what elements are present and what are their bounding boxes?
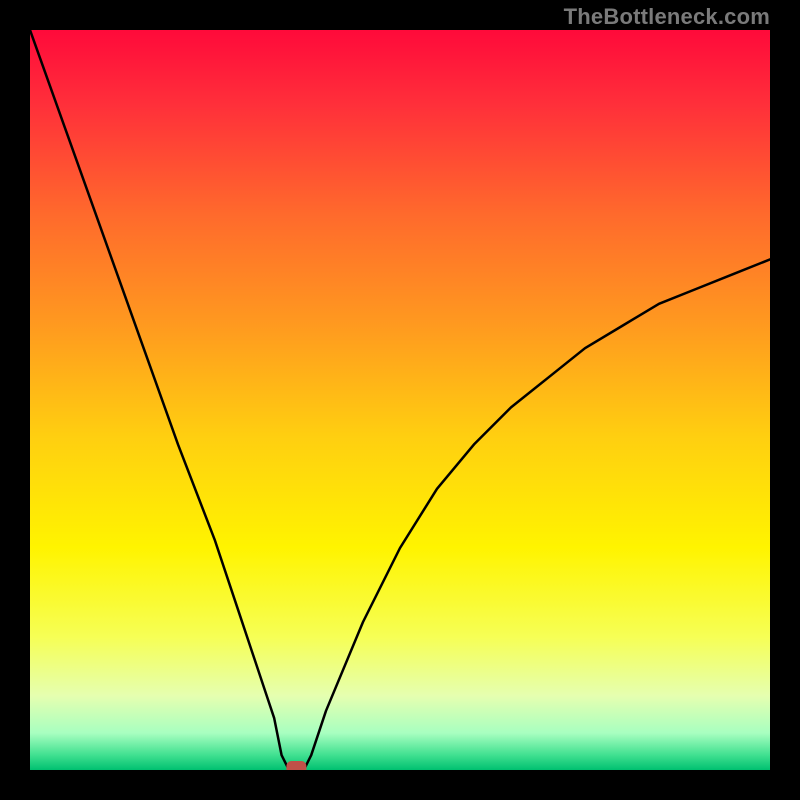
- bottleneck-chart: [30, 30, 770, 770]
- plot-area: [30, 30, 770, 770]
- chart-frame: TheBottleneck.com: [0, 0, 800, 800]
- optimal-point-marker: [286, 761, 306, 770]
- watermark-text: TheBottleneck.com: [564, 4, 770, 30]
- gradient-background: [30, 30, 770, 770]
